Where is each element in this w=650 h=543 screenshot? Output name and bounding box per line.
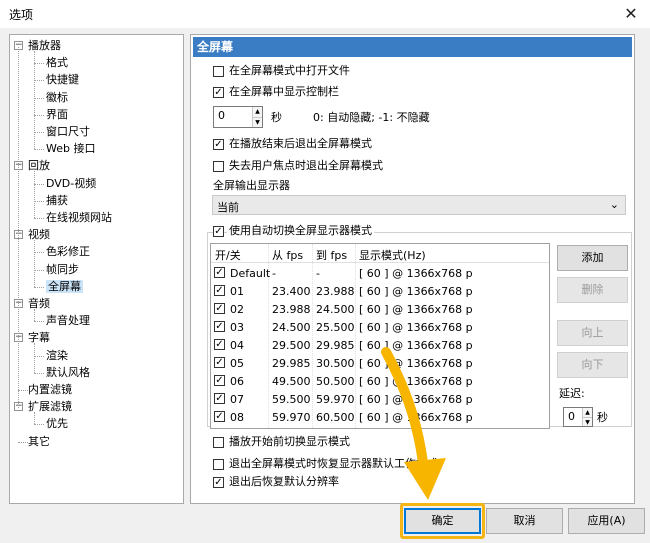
arrow-annotation-icon xyxy=(381,347,446,500)
